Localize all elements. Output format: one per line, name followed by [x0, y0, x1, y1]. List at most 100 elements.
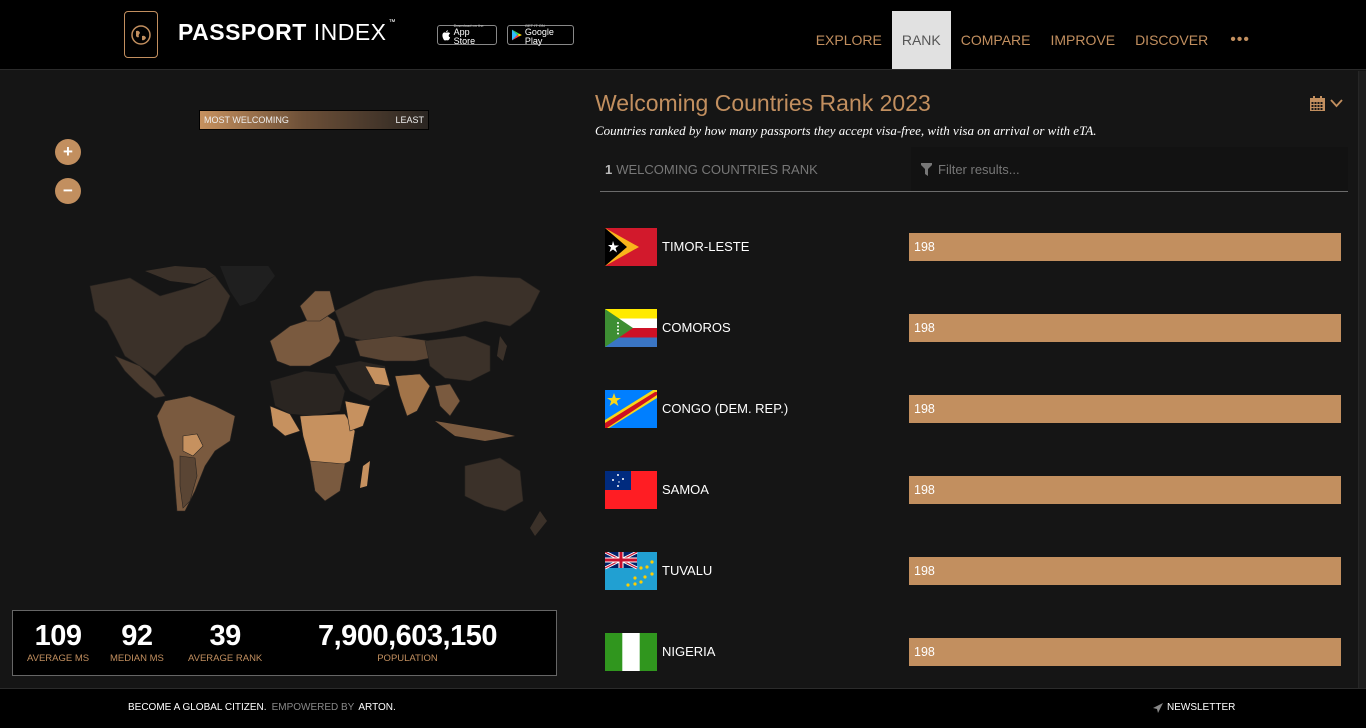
map-region-china: [424, 335, 491, 382]
nav-explore[interactable]: EXPLORE: [806, 11, 892, 69]
nav-rank[interactable]: RANK: [891, 11, 951, 69]
map-region-southeast-asia: [434, 383, 461, 417]
stat-average-ms: 109 AVERAGE MS: [27, 619, 89, 664]
rank-column-number: 1: [605, 162, 613, 177]
rank-column-header[interactable]: 1 WELCOMING COUNTRIES RANK: [605, 162, 818, 177]
scrollbar[interactable]: [1358, 71, 1366, 688]
flag-tuvalu-icon: [605, 552, 657, 590]
paper-plane-icon: [1153, 702, 1163, 713]
stat-label: AVERAGE MS: [27, 653, 90, 664]
country-name[interactable]: SAMOA: [662, 482, 709, 497]
nav-compare[interactable]: COMPARE: [951, 11, 1041, 69]
rank-value-bar: 198: [909, 395, 1341, 423]
map-region-india: [394, 373, 431, 417]
map-region-north-america: [89, 275, 231, 377]
map-region-south-america: [156, 395, 236, 512]
map-region-north-africa: [269, 370, 346, 417]
top-navigation-bar: PASSPORT INDEX ™ Download on the App Stor…: [0, 0, 1366, 70]
footer: BECOME A GLOBAL CITIZEN. EMPOWERED BY ARTO…: [0, 688, 1366, 728]
legend-most-label: MOST WELCOMING: [204, 115, 289, 125]
rank-value-bar: 198: [909, 638, 1341, 666]
newsletter-link[interactable]: NEWSLETTER: [1153, 702, 1235, 713]
flag-samoa-icon: [605, 471, 657, 509]
page-subtitle: Countries ranked by how many passports t…: [595, 123, 1097, 138]
globe-icon: [131, 24, 151, 45]
flag-comoros-icon: [605, 309, 657, 347]
main-nav: EXPLORE RANK COMPARE IMPROVE DISCOVER ••…: [806, 11, 1262, 69]
logo-wordmark[interactable]: PASSPORT INDEX ™: [178, 19, 396, 46]
map-region-new-zealand: [530, 511, 547, 536]
filter-input[interactable]: [938, 161, 1318, 177]
footer-tagline: BECOME A GLOBAL CITIZEN. EMPOWERED BY ARTO…: [128, 702, 396, 713]
apple-icon: [442, 29, 451, 40]
map-region-madagascar: [360, 461, 370, 488]
rank-value: 198: [914, 321, 935, 335]
rank-panel: Welcoming Countries Rank 2023 Countries …: [590, 71, 1358, 688]
table-row[interactable]: COMOROS 198: [605, 308, 1341, 348]
rank-value: 198: [914, 564, 935, 578]
map-region-scandinavia: [299, 290, 336, 322]
rank-value: 198: [914, 645, 935, 659]
logo-light-text: INDEX: [313, 19, 387, 45]
map-region-europe: [269, 310, 341, 367]
stat-label: MEDIAN MS: [110, 653, 164, 664]
country-name[interactable]: COMOROS: [662, 320, 731, 335]
rank-column-label: WELCOMING COUNTRIES RANK: [616, 162, 818, 177]
rank-value-bar: 198: [909, 476, 1341, 504]
nav-improve[interactable]: IMPROVE: [1040, 11, 1125, 69]
arton-link[interactable]: ARTON.: [358, 702, 395, 713]
flag-nigeria-icon: [605, 633, 657, 671]
map-region-australia: [464, 457, 524, 512]
map-region-indonesia: [435, 421, 515, 441]
map-panel: MOST WELCOMING LEAST + − 109 AVERAGE MS …: [0, 71, 590, 688]
more-menu-icon[interactable]: •••: [1218, 31, 1262, 49]
map-region-russia: [334, 275, 541, 342]
logo-passport-icon[interactable]: [124, 11, 158, 58]
table-row[interactable]: CONGO (DEM. REP.) 198: [605, 389, 1341, 429]
table-row[interactable]: NIGERIA 198: [605, 632, 1341, 672]
powered-by-text: EMPOWERED BY: [271, 702, 355, 713]
zoom-out-button[interactable]: −: [55, 178, 81, 204]
tagline-text: BECOME A GLOBAL CITIZEN.: [128, 702, 267, 713]
table-row[interactable]: TIMOR-LESTE 198: [605, 227, 1341, 267]
zoom-in-button[interactable]: +: [55, 139, 81, 165]
page-title: Welcoming Countries Rank 2023: [595, 90, 931, 116]
chevron-down-icon: [1330, 99, 1343, 108]
country-name[interactable]: CONGO (DEM. REP.): [662, 401, 788, 416]
stat-population: 7,900,603,150 POPULATION: [318, 619, 497, 664]
rank-value: 198: [914, 483, 935, 497]
google-play-button[interactable]: GET IT ON Google Play: [507, 24, 574, 46]
stat-median-ms: 92 MEDIAN MS: [110, 619, 164, 664]
app-store-button[interactable]: Download on the App Store: [437, 24, 497, 46]
stat-label: AVERAGE RANK: [188, 653, 263, 664]
map-region-argentina: [179, 455, 198, 509]
filter-icon: [921, 162, 932, 176]
stat-label: POPULATION: [377, 653, 438, 664]
country-name[interactable]: TIMOR-LESTE: [662, 239, 749, 254]
calendar-icon: [1310, 96, 1325, 111]
country-name[interactable]: NIGERIA: [662, 644, 715, 659]
stat-average-rank: 39 AVERAGE RANK: [188, 619, 262, 664]
flag-timor-leste-icon: [605, 228, 657, 266]
map-region-japan: [497, 336, 507, 361]
world-map[interactable]: [45, 266, 580, 566]
filter-box: [911, 147, 1348, 191]
table-row[interactable]: SAMOA 198: [605, 470, 1341, 510]
logo-bold-text: PASSPORT: [178, 19, 307, 45]
map-region-southern-africa: [309, 460, 346, 502]
legend-least-label: LEAST: [395, 115, 424, 125]
country-name[interactable]: TUVALU: [662, 563, 712, 578]
map-legend: MOST WELCOMING LEAST: [199, 110, 429, 130]
stat-value: 109: [34, 620, 82, 652]
rank-value: 198: [914, 402, 935, 416]
flag-congo-dem-rep-icon: [605, 390, 657, 428]
stats-summary: 109 AVERAGE MS 92 MEDIAN MS 39 AVERAGE R…: [12, 610, 557, 676]
year-selector-button[interactable]: [1310, 96, 1343, 111]
table-row[interactable]: TUVALU 198: [605, 551, 1341, 591]
app-store-label: App Store: [453, 27, 476, 46]
trademark: ™: [388, 19, 397, 26]
stat-value: 7,900,603,150: [318, 620, 497, 652]
stat-value: 39: [209, 620, 242, 652]
google-play-label: Google Play: [524, 27, 554, 46]
nav-discover[interactable]: DISCOVER: [1125, 11, 1218, 69]
